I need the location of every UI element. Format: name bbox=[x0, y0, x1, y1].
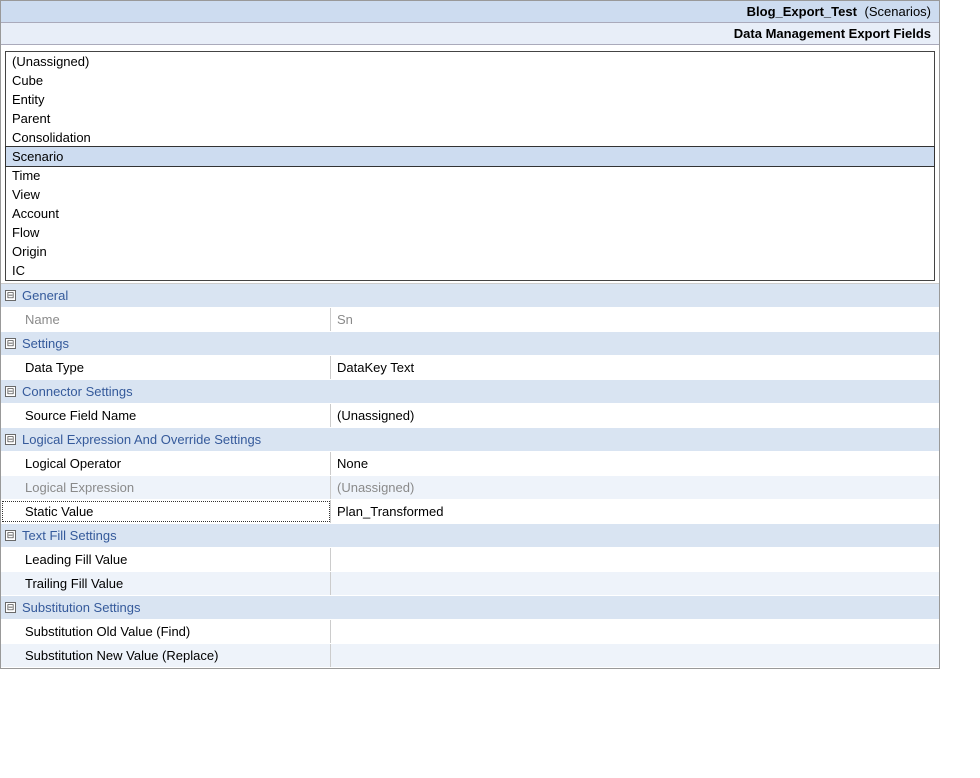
section-title: Connector Settings bbox=[22, 384, 133, 399]
fields-list: (Unassigned) Cube Entity Parent Consolid… bbox=[5, 51, 935, 281]
section-title: General bbox=[22, 288, 68, 303]
row-logical-expression[interactable]: Logical Expression (Unassigned) bbox=[1, 476, 939, 500]
collapse-icon[interactable]: ⊟ bbox=[5, 434, 16, 445]
row-subst-new[interactable]: Substitution New Value (Replace) bbox=[1, 644, 939, 668]
section-logical[interactable]: ⊟ Logical Expression And Override Settin… bbox=[1, 428, 939, 452]
static-value-value[interactable]: Plan_Transformed bbox=[331, 504, 939, 519]
collapse-icon[interactable]: ⊟ bbox=[5, 530, 16, 541]
row-data-type[interactable]: Data Type DataKey Text bbox=[1, 356, 939, 380]
logical-expr-value: (Unassigned) bbox=[331, 480, 939, 495]
row-logical-operator[interactable]: Logical Operator None bbox=[1, 452, 939, 476]
leading-fill-label: Leading Fill Value bbox=[1, 552, 127, 567]
list-item[interactable]: IC bbox=[6, 261, 934, 280]
subtitle-bar: Data Management Export Fields bbox=[1, 23, 939, 45]
list-item[interactable]: Cube bbox=[6, 71, 934, 90]
logical-op-label: Logical Operator bbox=[1, 456, 121, 471]
list-item[interactable]: Scenario bbox=[6, 147, 934, 166]
source-value[interactable]: (Unassigned) bbox=[331, 408, 939, 423]
list-item[interactable]: Time bbox=[6, 166, 934, 185]
list-item[interactable]: Entity bbox=[6, 90, 934, 109]
row-static-value[interactable]: Static Value Plan_Transformed bbox=[1, 500, 939, 524]
app-root: Blog_Export_Test (Scenarios) Data Manage… bbox=[0, 0, 940, 669]
subst-old-label: Substitution Old Value (Find) bbox=[1, 624, 190, 639]
list-item[interactable]: Parent bbox=[6, 109, 934, 128]
section-connector[interactable]: ⊟ Connector Settings bbox=[1, 380, 939, 404]
subst-new-label: Substitution New Value (Replace) bbox=[1, 648, 218, 663]
list-item[interactable]: Account bbox=[6, 204, 934, 223]
source-label: Source Field Name bbox=[1, 408, 136, 423]
list-item[interactable]: Origin bbox=[6, 242, 934, 261]
collapse-icon[interactable]: ⊟ bbox=[5, 386, 16, 397]
collapse-icon[interactable]: ⊟ bbox=[5, 602, 16, 613]
collapse-icon[interactable]: ⊟ bbox=[5, 290, 16, 301]
row-subst-old[interactable]: Substitution Old Value (Find) bbox=[1, 620, 939, 644]
row-trailing-fill[interactable]: Trailing Fill Value bbox=[1, 572, 939, 596]
logical-op-value[interactable]: None bbox=[331, 456, 939, 471]
row-source-field[interactable]: Source Field Name (Unassigned) bbox=[1, 404, 939, 428]
title-bar: Blog_Export_Test (Scenarios) bbox=[1, 1, 939, 23]
section-settings[interactable]: ⊟ Settings bbox=[1, 332, 939, 356]
name-label: Name bbox=[1, 312, 60, 327]
list-item[interactable]: (Unassigned) bbox=[6, 52, 934, 71]
datatype-label: Data Type bbox=[1, 360, 84, 375]
title-suffix: (Scenarios) bbox=[861, 4, 931, 19]
title-main: Blog_Export_Test bbox=[747, 4, 857, 19]
row-name[interactable]: Name Sn bbox=[1, 308, 939, 332]
section-title: Substitution Settings bbox=[22, 600, 141, 615]
section-substitution[interactable]: ⊟ Substitution Settings bbox=[1, 596, 939, 620]
section-title: Settings bbox=[22, 336, 69, 351]
row-leading-fill[interactable]: Leading Fill Value bbox=[1, 548, 939, 572]
section-title: Text Fill Settings bbox=[22, 528, 117, 543]
list-item[interactable]: Flow bbox=[6, 223, 934, 242]
section-title: Logical Expression And Override Settings bbox=[22, 432, 261, 447]
static-value-label: Static Value bbox=[1, 504, 93, 519]
collapse-icon[interactable]: ⊟ bbox=[5, 338, 16, 349]
subtitle: Data Management Export Fields bbox=[734, 26, 931, 41]
section-general[interactable]: ⊟ General bbox=[1, 284, 939, 308]
trailing-fill-label: Trailing Fill Value bbox=[1, 576, 123, 591]
property-grid: ⊟ General Name Sn ⊟ Settings Data Type D… bbox=[1, 283, 939, 668]
list-item[interactable]: View bbox=[6, 185, 934, 204]
logical-expr-label: Logical Expression bbox=[1, 480, 134, 495]
name-value: Sn bbox=[331, 312, 939, 327]
section-text-fill[interactable]: ⊟ Text Fill Settings bbox=[1, 524, 939, 548]
datatype-value[interactable]: DataKey Text bbox=[331, 360, 939, 375]
list-item[interactable]: Consolidation bbox=[6, 128, 934, 147]
